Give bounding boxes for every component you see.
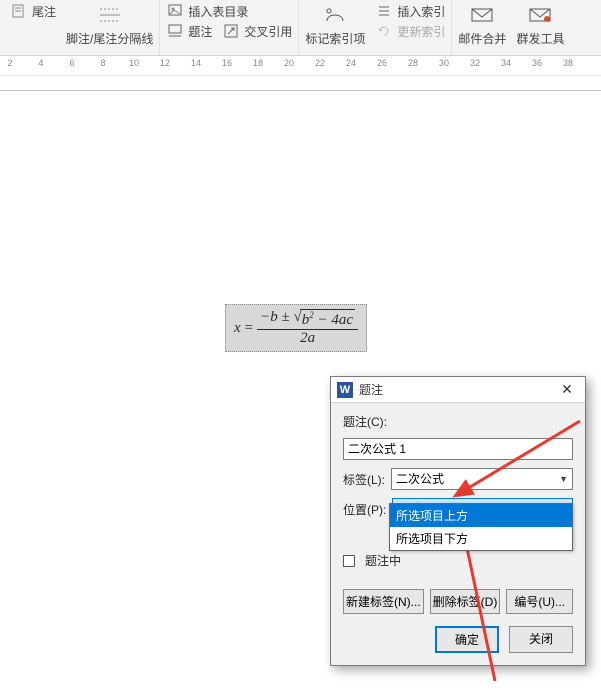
equation-lhs: x bbox=[234, 320, 241, 337]
ruler-tick: 22 bbox=[315, 58, 325, 68]
endnote-label: 尾注 bbox=[32, 3, 56, 20]
chevron-down-icon: ▼ bbox=[559, 472, 568, 486]
dialog-body: 题注(C): 二次公式 1 标签(L): 二次公式 ▼ 位置(P): 所选项目下… bbox=[331, 403, 585, 665]
exclude-checkbox[interactable] bbox=[343, 555, 355, 567]
dialog-title-text: 题注 bbox=[359, 381, 549, 398]
caption-field-label: 题注(C): bbox=[343, 413, 387, 430]
equation-eq: = bbox=[245, 320, 253, 337]
equation-object[interactable]: x = −b ± √ b2 − 4ac 2a bbox=[225, 304, 367, 352]
mailmerge-label: 邮件合并 bbox=[458, 30, 506, 47]
ribbon-group-index: 标记索引项 插入索引 更新索引 bbox=[299, 0, 452, 55]
ribbon-group-footnote: 尾注 脚注/尾注分隔线 bbox=[4, 0, 160, 55]
equation-fraction: −b ± √ b2 − 4ac 2a bbox=[257, 309, 358, 347]
caption-icon bbox=[166, 22, 184, 40]
mailmerge-button[interactable]: 邮件合并 bbox=[458, 2, 506, 47]
crossref-label: 交叉引用 bbox=[244, 23, 292, 40]
insert-tof-button[interactable]: 插入表目录 bbox=[166, 2, 292, 20]
equation-sqrt: √ b2 − 4ac bbox=[294, 309, 356, 329]
exclude-checkbox-label: 题注中 bbox=[365, 552, 401, 569]
mark-entry-label: 标记索引项 bbox=[305, 30, 365, 47]
ruler-tick: 2 bbox=[7, 58, 12, 68]
label-field-label: 标签(L): bbox=[343, 471, 385, 488]
label-select-value: 二次公式 bbox=[396, 472, 444, 486]
caption-button[interactable]: 题注 bbox=[166, 22, 212, 40]
position-option-below[interactable]: 所选项目下方 bbox=[390, 527, 572, 550]
ruler-tick: 32 bbox=[470, 58, 480, 68]
endnote-button[interactable]: 尾注 bbox=[10, 2, 56, 20]
update-index-icon bbox=[375, 22, 393, 40]
dialog-titlebar[interactable]: W 题注 ✕ bbox=[331, 377, 585, 403]
ruler-tick: 14 bbox=[191, 58, 201, 68]
numbering-button[interactable]: 编号(U)... bbox=[506, 589, 573, 614]
insert-index-label: 插入索引 bbox=[397, 3, 445, 20]
word-icon: W bbox=[337, 382, 353, 398]
crossref-icon bbox=[222, 22, 240, 40]
insert-index-button[interactable]: 插入索引 bbox=[375, 2, 445, 20]
ruler-tick: 28 bbox=[408, 58, 418, 68]
close-button[interactable]: 关闭 bbox=[509, 626, 573, 653]
mass-envelope-icon bbox=[527, 2, 553, 28]
ok-button[interactable]: 确定 bbox=[435, 626, 499, 653]
ribbon-group-caption: 插入表目录 题注 交叉引用 bbox=[160, 0, 299, 55]
position-dropdown: 所选项目上方 所选项目下方 bbox=[389, 503, 573, 551]
position-field-label: 位置(P): bbox=[343, 501, 386, 518]
mark-entry-button[interactable]: 标记索引项 bbox=[305, 2, 365, 47]
separator-icon bbox=[97, 2, 123, 28]
tof-icon bbox=[166, 2, 184, 20]
update-index-button: 更新索引 bbox=[375, 22, 445, 40]
position-option-above[interactable]: 所选项目上方 bbox=[390, 504, 572, 527]
delete-label-button[interactable]: 删除标签(D) bbox=[430, 589, 501, 614]
ruler-tick: 24 bbox=[346, 58, 356, 68]
ruler-tick: 30 bbox=[439, 58, 449, 68]
ruler-tick: 12 bbox=[160, 58, 170, 68]
ruler-tick: 20 bbox=[284, 58, 294, 68]
label-select[interactable]: 二次公式 ▼ bbox=[391, 468, 573, 490]
equation-denominator: 2a bbox=[297, 330, 318, 347]
endnote-icon bbox=[10, 2, 28, 20]
crossref-button[interactable]: 交叉引用 bbox=[222, 22, 292, 40]
ruler-tick: 10 bbox=[129, 58, 139, 68]
footnote-separator-button[interactable]: 脚注/尾注分隔线 bbox=[66, 2, 153, 47]
mass-tools-label: 群发工具 bbox=[516, 30, 564, 47]
caption-label: 题注 bbox=[188, 23, 212, 40]
ruler-tick: 8 bbox=[100, 58, 105, 68]
ribbon-group-mail: 邮件合并 群发工具 bbox=[452, 0, 570, 55]
equation-neg-b: −b ± bbox=[260, 309, 290, 325]
insert-tof-label: 插入表目录 bbox=[188, 3, 248, 20]
ruler-tick: 16 bbox=[222, 58, 232, 68]
caption-dialog: W 题注 ✕ 题注(C): 二次公式 1 标签(L): 二次公式 ▼ 位置(P)… bbox=[330, 376, 586, 666]
insert-index-icon bbox=[375, 2, 393, 20]
update-index-label: 更新索引 bbox=[397, 23, 445, 40]
mass-tools-button[interactable]: 群发工具 bbox=[516, 2, 564, 47]
ruler-tick: 4 bbox=[38, 58, 43, 68]
document-area: x = −b ± √ b2 − 4ac 2a W 题注 ✕ 题注(C): 二次公 bbox=[0, 76, 601, 629]
envelope-icon bbox=[469, 2, 495, 28]
ruler-tick: 6 bbox=[69, 58, 74, 68]
equation-4ac: − 4ac bbox=[317, 312, 353, 328]
ruler: 2468101214161820222426283032343638 bbox=[0, 56, 601, 76]
ribbon: 尾注 脚注/尾注分隔线 插入表目录 bbox=[0, 0, 601, 56]
ruler-tick: 34 bbox=[501, 58, 511, 68]
caption-input[interactable]: 二次公式 1 bbox=[343, 438, 573, 460]
ruler-tick: 26 bbox=[377, 58, 387, 68]
new-label-button[interactable]: 新建标签(N)... bbox=[343, 589, 424, 614]
footnote-separator-label: 脚注/尾注分隔线 bbox=[66, 30, 153, 47]
ruler-tick: 36 bbox=[532, 58, 542, 68]
close-icon[interactable]: ✕ bbox=[555, 381, 579, 398]
page-top-edge bbox=[0, 90, 601, 91]
ruler-tick: 38 bbox=[563, 58, 573, 68]
ruler-tick: 18 bbox=[253, 58, 263, 68]
mark-entry-icon bbox=[322, 2, 348, 28]
